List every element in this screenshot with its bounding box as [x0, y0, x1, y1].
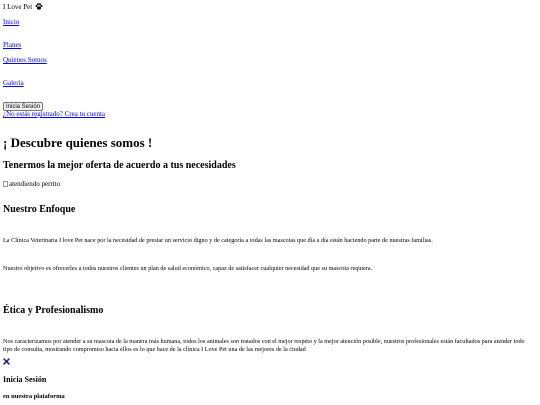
paw-icon	[35, 3, 43, 10]
enfoque-paragraph-1: La Clínica Veterinaria I love Pet nace p…	[3, 237, 433, 244]
page-subtitle: Tenermos la mejor oferta de acuerdo a tu…	[3, 160, 236, 171]
close-icon[interactable]	[3, 358, 10, 365]
image-alt-text: atendiendo perrito	[9, 180, 61, 188]
modal-subtitle: en nuestra plataforma	[3, 393, 65, 400]
brand: I Love Pet	[3, 3, 43, 12]
register-link[interactable]: ¿No estás registrado? Crea tu cuenta	[3, 110, 105, 119]
nav-link-quienes-somos[interactable]: Quienes Somos	[3, 56, 47, 65]
nav-link-inicio[interactable]: Inicio	[3, 18, 19, 27]
etica-paragraph: Nos caracterizamos por atender a su masc…	[3, 338, 525, 353]
etica-heading: Ética y Profesionalismo	[3, 305, 104, 316]
nav-link-planes[interactable]: Planes	[3, 41, 21, 50]
enfoque-heading: Nuestro Enfoque	[3, 204, 76, 215]
modal-title: Inicia Sesión	[3, 375, 47, 384]
page-title: ¡ Descubre quienes somos !	[3, 135, 153, 150]
broken-image-icon	[3, 181, 8, 187]
brand-name: I Love Pet	[3, 3, 33, 11]
nav-link-galeria[interactable]: Galeria	[3, 79, 24, 88]
enfoque-paragraph-2: Nuestro objetivo es ofrecerles a todos n…	[3, 265, 373, 272]
broken-image: atendiendo perrito	[3, 180, 60, 189]
